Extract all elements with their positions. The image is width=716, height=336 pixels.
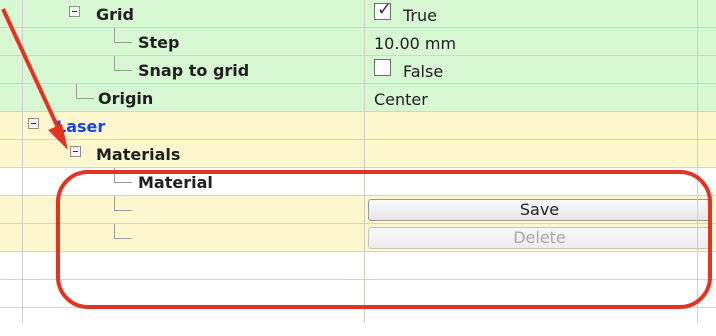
grid-checkbox[interactable]: ✓ <box>374 0 393 20</box>
step-row[interactable]: Step 10.00 mm <box>0 28 716 56</box>
minus-square-icon[interactable] <box>28 118 39 129</box>
tree-line <box>114 56 115 70</box>
tree-line <box>114 224 115 238</box>
empty-row <box>0 252 716 280</box>
right-border <box>697 0 698 323</box>
materials-label: Materials <box>96 145 181 164</box>
tree-line <box>114 182 132 183</box>
grid-value: True <box>403 6 437 25</box>
tree-line <box>114 196 115 210</box>
minus-square-icon[interactable] <box>69 6 80 17</box>
save-button[interactable]: Save <box>368 199 711 221</box>
empty-row <box>0 308 716 336</box>
material-label: Material <box>138 173 213 192</box>
property-grid-window: Grid ✓ True Step 10.00 mm Snap to grid F… <box>0 0 716 336</box>
origin-label: Origin <box>98 89 154 108</box>
delete-button: Delete <box>368 227 711 249</box>
material-row[interactable]: Material <box>0 168 716 196</box>
property-grid: Grid ✓ True Step 10.00 mm Snap to grid F… <box>0 0 716 336</box>
step-label: Step <box>138 33 180 52</box>
tree-line <box>114 28 115 42</box>
step-value[interactable]: 10.00 mm <box>374 34 456 53</box>
laser-label: Laser <box>56 117 106 136</box>
tree-line <box>114 42 132 43</box>
tree-line <box>114 168 115 182</box>
left-border <box>22 0 23 323</box>
origin-row[interactable]: Origin Center <box>0 84 716 112</box>
laser-row[interactable]: Laser <box>0 112 716 140</box>
delete-row: Delete <box>0 224 716 252</box>
minus-square-icon[interactable] <box>70 146 81 157</box>
column-separator[interactable] <box>364 0 365 323</box>
snap-to-grid-value: False <box>403 62 444 81</box>
snap-to-grid-row[interactable]: Snap to grid False <box>0 56 716 84</box>
tree-line <box>114 238 132 239</box>
tree-line <box>114 210 132 211</box>
grid-row[interactable]: Grid ✓ True <box>0 0 716 28</box>
snap-to-grid-label: Snap to grid <box>138 61 250 80</box>
snap-to-grid-checkbox[interactable] <box>374 59 391 76</box>
origin-value[interactable]: Center <box>374 90 428 109</box>
save-row: Save <box>0 196 716 224</box>
tree-line <box>114 70 132 71</box>
tree-line <box>76 98 94 99</box>
tree-line <box>76 84 77 98</box>
empty-row <box>0 280 716 308</box>
materials-row[interactable]: Materials <box>0 140 716 168</box>
checkbox-icon: ✓ <box>377 0 393 20</box>
grid-label: Grid <box>96 5 134 24</box>
